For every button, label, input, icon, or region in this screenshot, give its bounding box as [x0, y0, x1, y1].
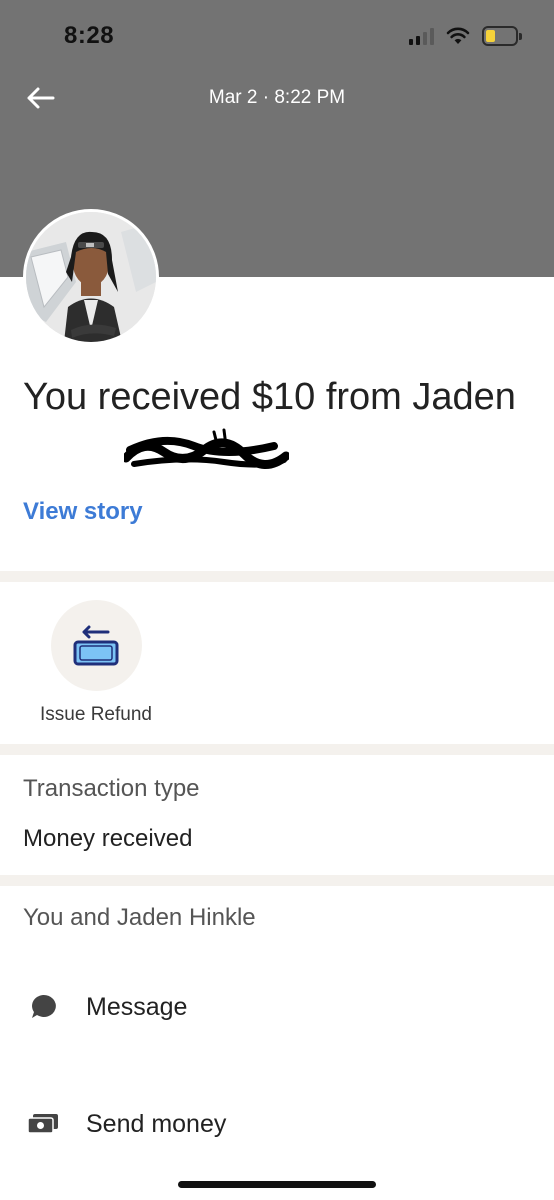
wifi-icon [446, 27, 470, 44]
divider [0, 875, 554, 886]
cash-icon [27, 1114, 58, 1134]
issue-refund-button[interactable]: Issue Refund [36, 600, 156, 726]
transaction-type-value: Money received [23, 825, 193, 852]
issue-refund-label: Issue Refund [40, 704, 152, 725]
divider [0, 571, 554, 582]
date-title: Mar 2 · 8:22 PM [208, 87, 346, 108]
view-story-link[interactable]: View story [23, 498, 143, 526]
status-time: 8:28 [64, 22, 115, 49]
signal-icon [409, 27, 434, 45]
send-money-label: Send money [86, 1109, 227, 1138]
redaction-scribble [124, 428, 289, 469]
chat-bubble-icon [32, 994, 56, 1018]
action-icon-wrap [23, 1113, 63, 1135]
battery-icon [482, 26, 522, 46]
refund-icon-circle [50, 600, 142, 691]
transaction-headline: You received $10 from Jaden [23, 376, 516, 418]
status-icons [409, 24, 522, 48]
home-indicator[interactable] [178, 1181, 376, 1188]
action-icon-wrap [23, 993, 63, 1021]
message-label: Message [86, 992, 188, 1021]
message-button[interactable]: Message [0, 977, 554, 1037]
refund-icon [73, 625, 119, 665]
divider [0, 744, 554, 755]
transaction-type-label: Transaction type [23, 775, 200, 802]
contact-section-title: You and Jaden Hinkle [23, 904, 256, 931]
send-money-button[interactable]: Send money [0, 1094, 554, 1154]
avatar[interactable] [23, 209, 159, 345]
avatar-image [26, 212, 156, 342]
